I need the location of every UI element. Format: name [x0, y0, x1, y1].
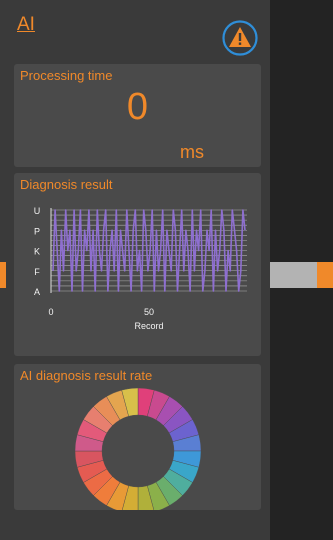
- processing-time-card: Processing time 0 ms: [14, 64, 261, 167]
- processing-time-unit: ms: [180, 142, 204, 162]
- diagnosis-result-card: Diagnosis result A F K P U 0 50 Record: [14, 173, 261, 356]
- result-rate-card: AI diagnosis result rate: [14, 364, 261, 510]
- y-tick-label: A: [34, 287, 40, 297]
- panel-toggle-marker[interactable]: [0, 262, 6, 288]
- scroll-track[interactable]: [270, 262, 317, 288]
- warning-triangle-icon: [222, 20, 258, 56]
- result-rate-donut-chart: [74, 387, 202, 510]
- x-tick-label: 0: [48, 307, 53, 317]
- scroll-thumb[interactable]: [317, 262, 333, 288]
- y-tick-label: F: [34, 267, 40, 277]
- x-axis-label: Record: [134, 321, 163, 331]
- app-root: AI Processing time 0 ms Diagnosis result…: [0, 0, 333, 540]
- y-tick-label: K: [34, 247, 40, 257]
- ai-title-link[interactable]: AI: [17, 14, 35, 36]
- y-tick-label: P: [34, 226, 40, 236]
- warning-button[interactable]: [221, 19, 259, 57]
- ai-panel: AI Processing time 0 ms Diagnosis result…: [0, 0, 270, 540]
- diagnosis-result-chart: AFK PU 0 50 Record: [34, 206, 247, 331]
- processing-time-title: Processing time: [20, 68, 113, 83]
- y-tick-label: U: [34, 206, 41, 216]
- x-tick-label: 50: [144, 307, 154, 317]
- processing-time-value: 0: [126, 86, 149, 128]
